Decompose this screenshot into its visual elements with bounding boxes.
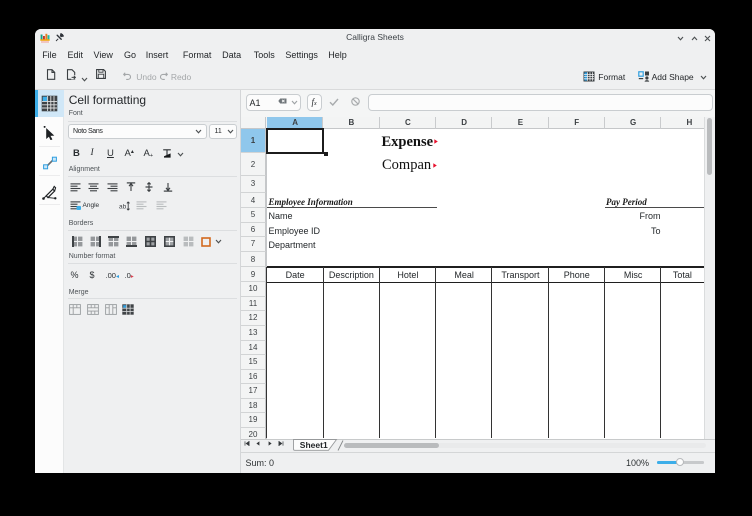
svg-text:ab: ab — [119, 203, 127, 210]
